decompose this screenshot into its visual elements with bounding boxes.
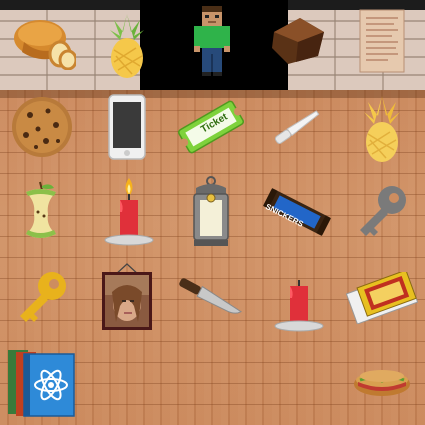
paper-note-icon[interactable] <box>358 8 406 74</box>
sandwich-icon[interactable] <box>352 364 412 398</box>
unlit-candle-icon[interactable] <box>274 278 324 334</box>
candy-bar-icon[interactable]: SNICKERS <box>262 184 332 240</box>
pineapple-icon[interactable] <box>106 10 148 78</box>
white-knife-icon[interactable] <box>270 104 324 150</box>
lantern-icon[interactable] <box>190 176 232 248</box>
smartphone-icon[interactable] <box>108 94 146 160</box>
kitchen-knife-icon[interactable] <box>174 278 248 318</box>
chocolate-icon[interactable] <box>266 12 330 68</box>
grey-key-icon[interactable] <box>354 184 410 240</box>
matchbox-icon[interactable] <box>346 272 418 324</box>
apple-core-icon[interactable] <box>20 180 62 244</box>
game-scene: Ticket SNICKERS <box>0 0 425 425</box>
bread-loaf-icon[interactable] <box>10 12 76 70</box>
ticket-icon[interactable]: Ticket <box>176 98 246 156</box>
lit-candle-icon[interactable] <box>104 176 154 248</box>
framed-portrait-icon[interactable] <box>100 262 154 332</box>
cookie-icon[interactable] <box>10 95 74 159</box>
pineapple-icon[interactable] <box>360 94 404 162</box>
gold-key-icon[interactable] <box>16 270 70 324</box>
player-character-icon[interactable] <box>190 4 234 78</box>
books-stack-icon[interactable] <box>6 346 76 418</box>
